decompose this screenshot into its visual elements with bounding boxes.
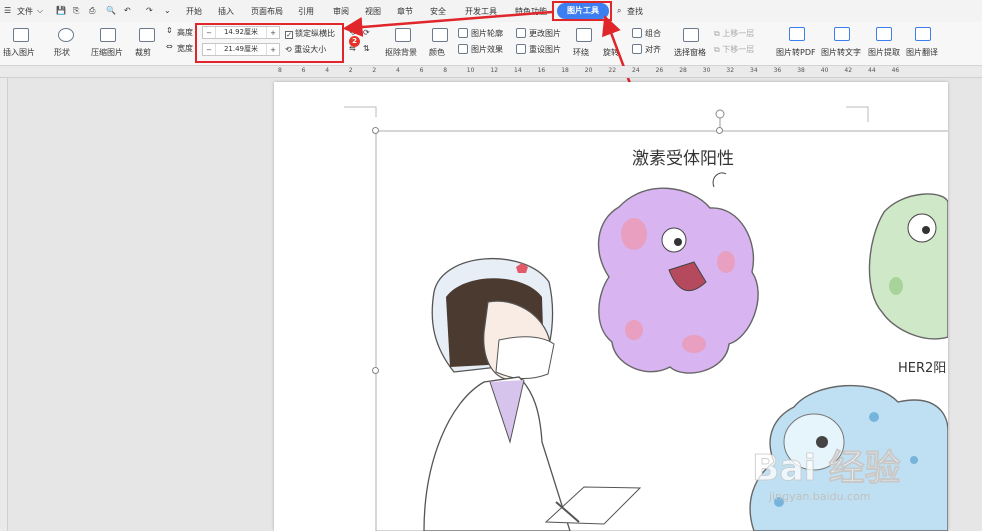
resize-handle-top-left[interactable] xyxy=(372,127,379,134)
ruler-tick-label: 2 xyxy=(372,67,377,74)
image-title: 激素受体阳性 xyxy=(632,149,734,169)
ruler-tick-label: 44 xyxy=(868,67,876,74)
ruler-tick-label: 2 xyxy=(348,67,353,74)
ruler-tick-label: 42 xyxy=(844,67,853,74)
ruler-tick-label: 40 xyxy=(820,67,829,74)
resize-handle-left[interactable] xyxy=(372,367,379,374)
ruler-tick-label: 12 xyxy=(490,67,499,74)
ruler-tick-label: 30 xyxy=(702,67,711,74)
ruler-tick-label: 36 xyxy=(773,67,782,74)
watermark-logo: Bai 经验 xyxy=(752,448,901,489)
horizontal-ruler[interactable]: 8 6 4 2 2 4 6 8 10 12 14 16 18 20 22 24 26 28 30 32 34 36 38 40… xyxy=(0,66,982,78)
ruler-tick-label: 22 xyxy=(608,67,617,74)
ruler-tick-label: 32 xyxy=(726,67,735,74)
ruler-tick-label: 20 xyxy=(584,67,593,74)
ruler-tick-label: 6 xyxy=(419,67,424,74)
ruler-tick-label: 10 xyxy=(466,67,475,74)
ruler-tick-label: 14 xyxy=(514,67,522,74)
ruler-tick-label: 46 xyxy=(891,67,900,74)
ruler-tick-label: 4 xyxy=(396,67,400,74)
resize-handle-top[interactable] xyxy=(716,127,723,134)
ruler-tick-label: 38 xyxy=(797,67,805,74)
document-page[interactable]: 激素受体阳性 HER2阳 Bai 经验 jingyan.baidu.com xyxy=(274,82,948,531)
ruler-tick-label: 4 xyxy=(325,67,330,74)
watermark-url: jingyan.baidu.com xyxy=(768,490,871,503)
ruler-tick-label: 8 xyxy=(443,67,448,74)
ruler-tick-label: 6 xyxy=(301,67,306,74)
ruler-tick-label: 16 xyxy=(537,67,546,74)
arrow-to-size-box xyxy=(342,10,553,37)
ruler-tick-label: 34 xyxy=(750,67,758,74)
ruler-tick-label: 28 xyxy=(679,67,687,74)
ruler-tick-label: 8 xyxy=(278,67,282,74)
inserted-picture[interactable]: 激素受体阳性 HER2阳 Bai 经验 jingyan.baidu.com xyxy=(274,82,948,531)
ruler-tick-label: 26 xyxy=(655,67,664,74)
image-label-her2: HER2阳 xyxy=(898,361,946,376)
vertical-ruler[interactable] xyxy=(0,78,8,531)
ruler-tick-label: 24 xyxy=(632,67,640,74)
ruler-tick-label: 18 xyxy=(561,67,569,74)
